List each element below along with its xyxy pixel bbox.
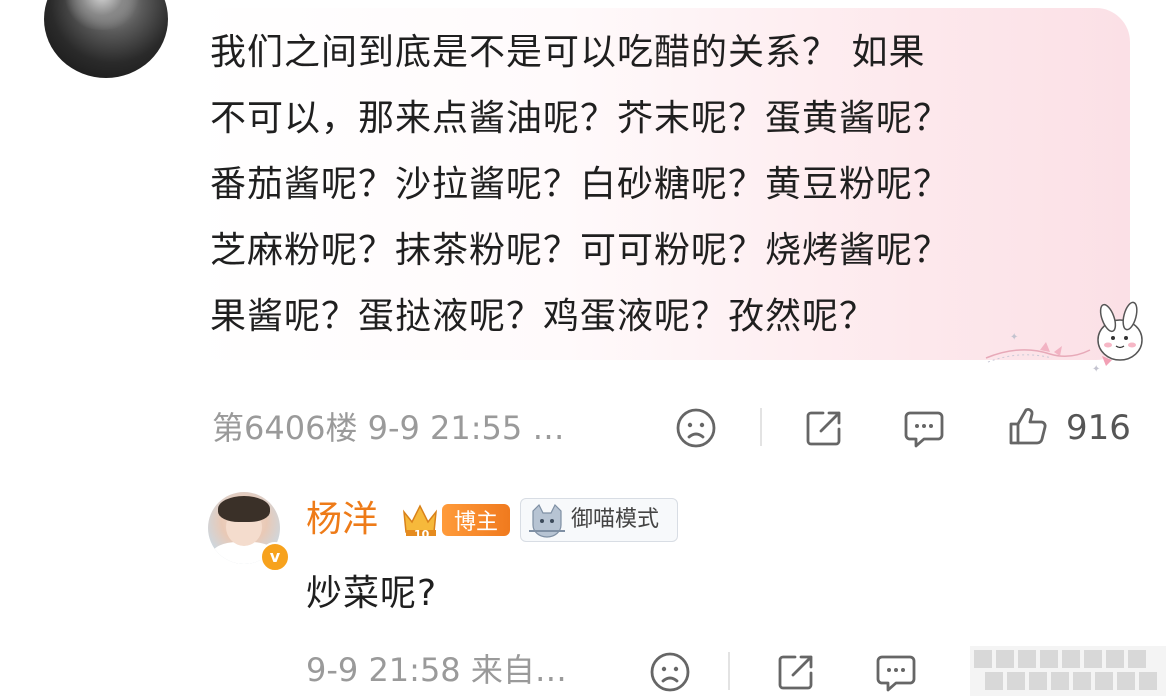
svg-text:✦: ✦ (1010, 332, 1018, 343)
comment-line: 果酱呢？蛋挞液呢？鸡蛋液呢？孜然呢？ (210, 296, 877, 337)
mode-badge-label: 御喵模式 (571, 507, 660, 532)
comment-line: 番茄酱呢？沙拉酱呢？白砂糖呢？黄豆粉呢？ (210, 164, 951, 205)
host-badge-label: 博主 (442, 504, 510, 536)
comment-icon[interactable] (900, 404, 948, 452)
host-badge[interactable]: 10 博主 (400, 500, 510, 540)
comment-icon[interactable] (872, 648, 920, 696)
reply-username[interactable]: 杨洋 (306, 496, 378, 544)
dislike-face-icon[interactable] (672, 404, 720, 452)
like-count: 916 (1066, 408, 1131, 448)
bunny-ribbon-decoration: ✦ ✦ (985, 301, 1143, 375)
thumbs-up-icon[interactable] (1002, 402, 1052, 452)
comment-line: 不可以，那来点酱油呢？芥末呢？蛋黄酱呢？ (210, 98, 951, 139)
commenter-avatar[interactable] (44, 0, 168, 78)
mode-badge[interactable]: 御喵模式 (520, 498, 678, 542)
verified-badge: v (260, 542, 290, 572)
host-level: 10 (414, 528, 430, 540)
comment-text: 我们之间到底是不是可以吃醋的关系？ 如果 不可以，那来点酱油呢？芥末呢？蛋黄酱呢… (210, 20, 1110, 350)
share-icon[interactable] (800, 404, 848, 452)
cat-icon (529, 503, 565, 538)
divider (760, 408, 762, 446)
svg-text:✦: ✦ (1092, 364, 1100, 375)
reply-text: 炒菜呢? (306, 573, 438, 614)
share-icon[interactable] (772, 648, 820, 696)
comment-line: 我们之间到底是不是可以吃醋的关系？ 如果 (210, 32, 926, 73)
comment-line: 芝麻粉呢？抹茶粉呢？可可粉呢？烧烤酱呢？ (210, 230, 951, 271)
divider (728, 652, 730, 690)
reply-meta: 9-9 21:58 来自… (306, 651, 567, 689)
thumbs-up-icon[interactable] (970, 646, 1166, 696)
dislike-face-icon[interactable] (646, 648, 694, 696)
comment-meta: 第6406楼 9-9 21:55 … (212, 409, 565, 447)
